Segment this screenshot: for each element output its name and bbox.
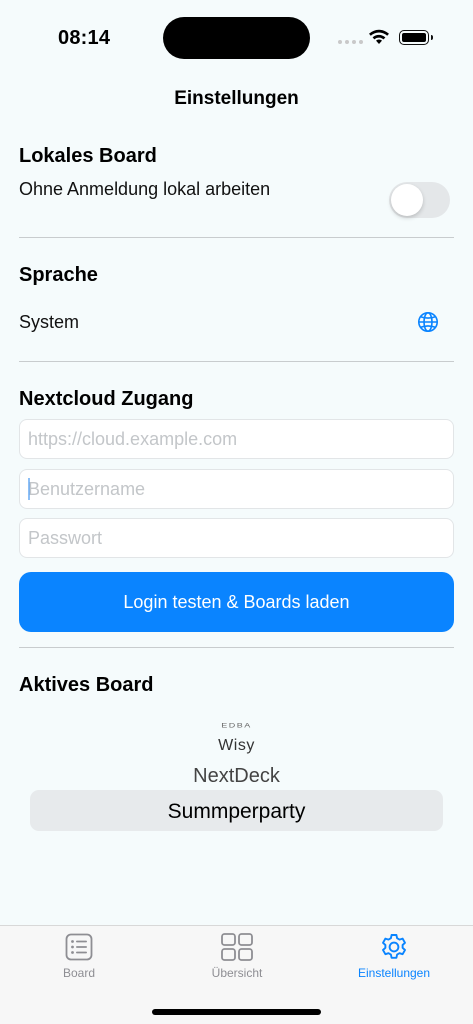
globe-icon[interactable] xyxy=(417,311,439,333)
section-title-nextcloud: Nextcloud Zugang xyxy=(19,388,194,410)
section-title-language: Sprache xyxy=(19,264,98,286)
tab-overview[interactable]: Übersicht xyxy=(158,926,316,986)
language-value[interactable]: System xyxy=(19,312,79,333)
wifi-icon xyxy=(369,29,389,44)
battery-icon xyxy=(399,30,433,45)
dynamic-island xyxy=(163,17,310,59)
local-work-label: Ohne Anmeldung lokal arbeiten xyxy=(19,179,271,199)
list-icon xyxy=(65,933,93,961)
username-input[interactable] xyxy=(19,469,454,509)
board-picker-option[interactable]: Wisy xyxy=(0,737,473,755)
toggle-knob xyxy=(391,184,423,216)
grid-icon xyxy=(221,933,253,961)
cellular-signal-icon xyxy=(338,40,363,44)
home-indicator[interactable] xyxy=(152,1009,321,1015)
tab-board[interactable]: Board xyxy=(0,926,158,986)
text-cursor xyxy=(28,478,30,500)
status-time: 08:14 xyxy=(58,27,111,49)
section-title-local-board: Lokales Board xyxy=(19,145,157,167)
server-url-input[interactable] xyxy=(19,419,454,459)
tab-label: Board xyxy=(62,966,96,980)
board-picker-option[interactable]: NextDeck xyxy=(0,765,473,788)
tab-label: Übersicht xyxy=(211,966,263,980)
page-title: Einstellungen xyxy=(174,88,299,109)
local-work-toggle[interactable] xyxy=(389,182,450,218)
section-title-active-board: Aktives Board xyxy=(19,674,154,696)
login-test-button[interactable]: Login testen & Boards laden xyxy=(19,572,454,632)
board-picker-selected-option[interactable]: Summperparty xyxy=(0,800,473,824)
password-input[interactable] xyxy=(19,518,454,558)
gear-icon xyxy=(382,934,406,959)
divider xyxy=(19,361,454,362)
tab-label: Einstellungen xyxy=(357,966,431,980)
board-picker-option[interactable]: EDBA xyxy=(0,721,473,729)
status-bar: 08:14 xyxy=(0,0,473,70)
tab-settings[interactable]: Einstellungen xyxy=(315,926,473,986)
divider xyxy=(19,237,454,238)
divider xyxy=(19,647,454,648)
